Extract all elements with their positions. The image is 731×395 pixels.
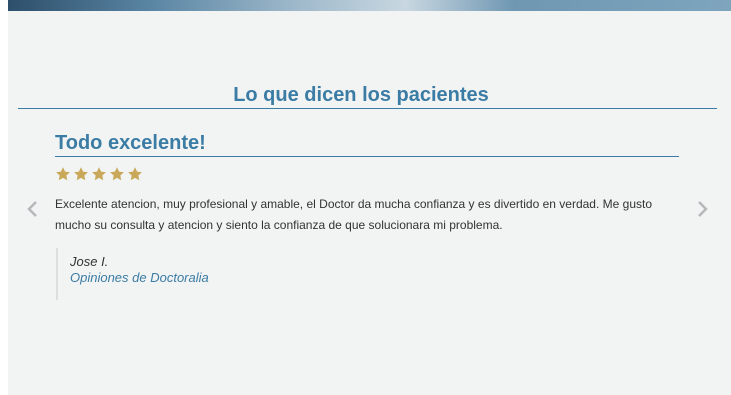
star-rating [55, 166, 143, 182]
prev-review-button[interactable] [25, 199, 41, 219]
review-source[interactable]: Opiniones de Doctoralia [70, 270, 209, 286]
testimonials-section: Lo que dicen los pacientes Todo excelent… [8, 11, 731, 395]
chevron-right-icon [698, 201, 708, 217]
star-icon [92, 167, 106, 181]
chevron-left-icon [27, 201, 37, 217]
hero-image-strip [8, 0, 731, 11]
review-author: Jose I. [70, 254, 109, 269]
section-title: Lo que dicen los pacientes [233, 84, 489, 106]
review-attribution: Jose I. Opiniones de Doctoralia [56, 248, 209, 300]
star-icon [110, 167, 124, 181]
section-divider [18, 108, 717, 109]
review-text: Excelente atencion, muy profesional y am… [55, 197, 652, 232]
star-icon [56, 167, 70, 181]
next-review-button[interactable] [694, 199, 710, 219]
star-icon [74, 167, 88, 181]
review-divider [55, 156, 679, 157]
review-title: Todo excelente! [55, 132, 206, 154]
star-icon [128, 167, 142, 181]
